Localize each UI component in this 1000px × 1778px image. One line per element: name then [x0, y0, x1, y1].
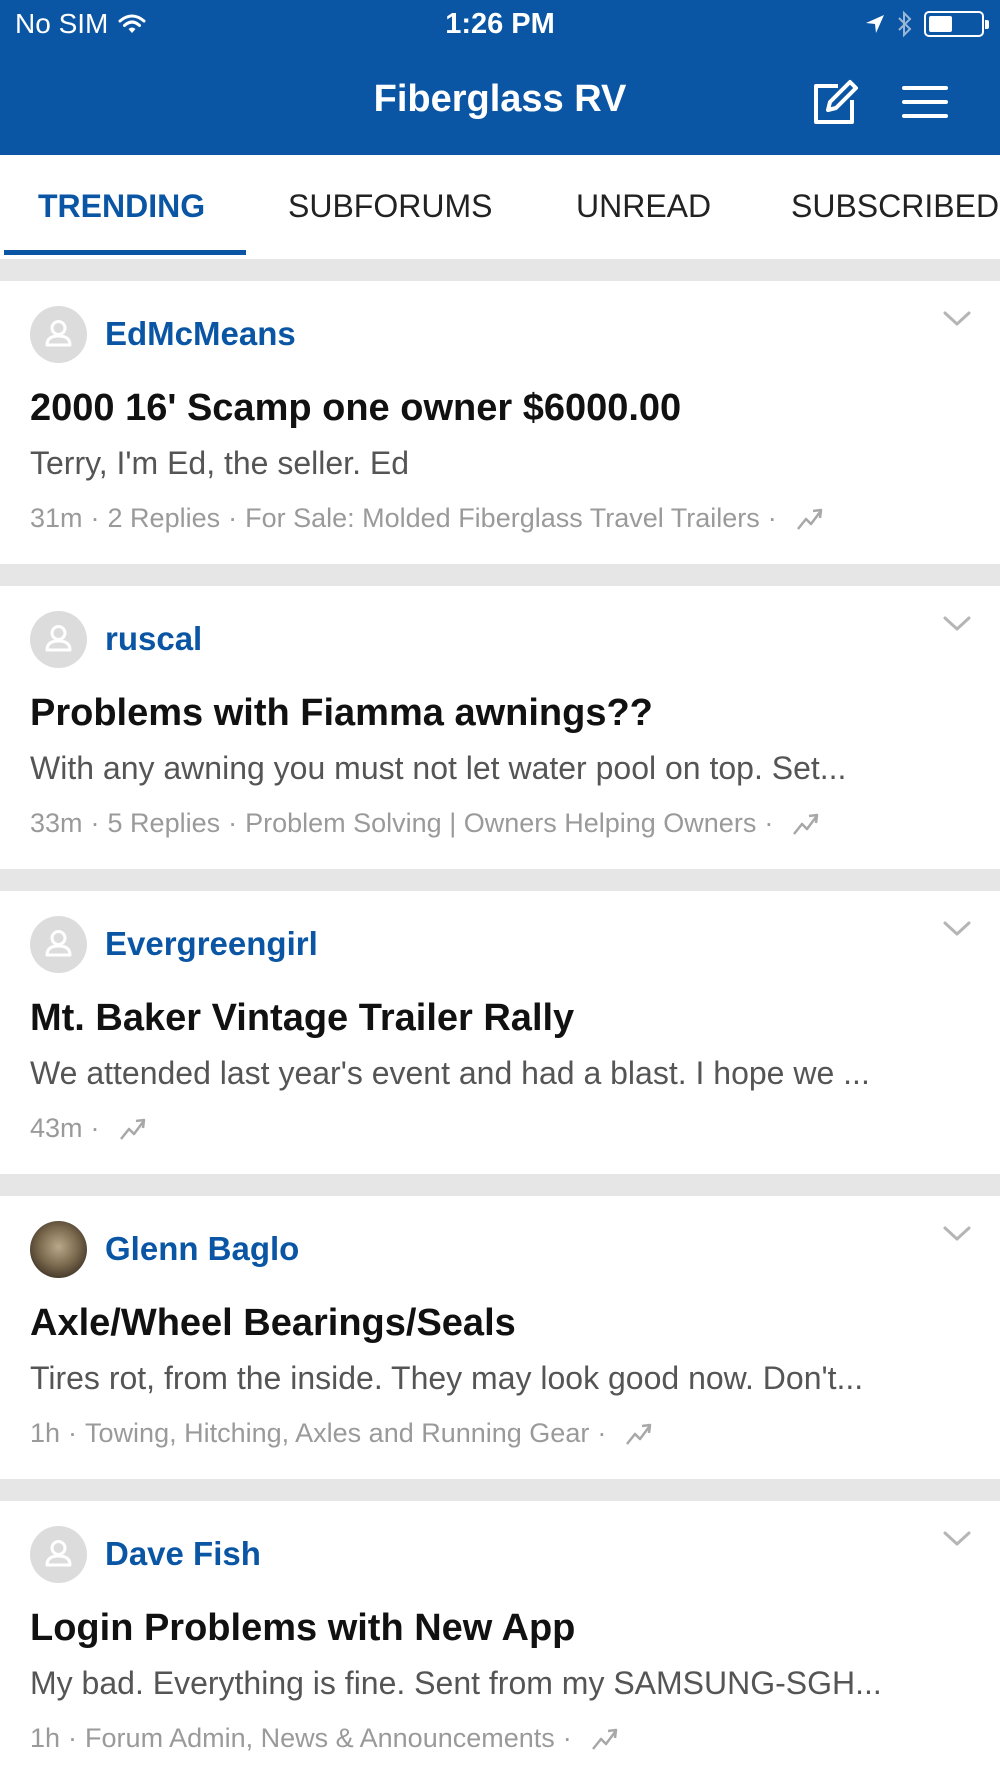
compose-icon [814, 80, 858, 124]
post-author[interactable]: EdMcMeans [105, 315, 296, 353]
meta-separator: · [764, 808, 774, 838]
user-avatar-icon [45, 320, 72, 347]
post-time: 43m [30, 1113, 83, 1143]
divider [0, 1479, 1000, 1501]
post-title[interactable]: Login Problems with New App [30, 1607, 980, 1650]
chevron-down-icon[interactable] [942, 307, 972, 331]
post-author[interactable]: Glenn Baglo [105, 1230, 299, 1268]
post-author[interactable]: ruscal [105, 620, 202, 658]
post-time: 1h [30, 1418, 61, 1448]
avatar[interactable] [30, 611, 87, 668]
bluetooth-icon [898, 10, 912, 38]
post-card[interactable]: Dave Fish Login Problems with New App My… [0, 1501, 1000, 1778]
meta-separator: · [228, 503, 238, 533]
meta-separator: · [68, 1723, 78, 1753]
post-time: 31m [30, 503, 83, 533]
divider [0, 1174, 1000, 1196]
chevron-down-icon[interactable] [942, 1222, 972, 1246]
post-meta: 33m · 5 Replies · Problem Solving | Owne… [30, 808, 821, 839]
status-time: 1:26 PM [445, 8, 555, 40]
post-snippet: Terry, I'm Ed, the seller. Ed [30, 445, 409, 481]
post-meta: 43m · [30, 1113, 148, 1144]
post-title[interactable]: Mt. Baker Vintage Trailer Rally [30, 997, 980, 1040]
post-forum[interactable]: Forum Admin, News & Announcements [85, 1723, 555, 1754]
chevron-down-icon[interactable] [942, 612, 972, 636]
meta-separator: · [90, 503, 100, 533]
chevron-down-icon[interactable] [942, 1527, 972, 1551]
post-meta: 1h · Forum Admin, News & Announcements · [30, 1723, 620, 1754]
menu-button[interactable] [898, 82, 952, 122]
trending-icon [796, 508, 823, 530]
avatar[interactable] [30, 1221, 87, 1278]
post-snippet: My bad. Everything is fine. Sent from my… [30, 1665, 882, 1701]
post-forum[interactable]: For Sale: Molded Fiberglass Travel Trail… [245, 503, 760, 534]
post-card[interactable]: Glenn Baglo Axle/Wheel Bearings/Seals Ti… [0, 1196, 1000, 1479]
avatar[interactable] [30, 306, 87, 363]
trending-icon [119, 1118, 145, 1140]
trending-icon [591, 1728, 618, 1750]
post-forum[interactable]: Problem Solving | Owners Helping Owners [245, 808, 756, 839]
trending-icon [626, 1423, 652, 1445]
user-avatar-icon [45, 930, 72, 957]
post-card[interactable]: ruscal Problems with Fiamma awnings?? Wi… [0, 586, 1000, 869]
post-snippet: Tires rot, from the inside. They may loo… [30, 1360, 864, 1396]
post-meta: 31m · 2 Replies · For Sale: Molded Fiber… [30, 503, 825, 534]
user-avatar-icon [45, 625, 72, 652]
divider [0, 869, 1000, 891]
avatar[interactable] [30, 916, 87, 973]
chevron-down-icon[interactable] [942, 917, 972, 941]
tab-bar: TRENDING SUBFORUMS UNREAD SUBSCRIBED [0, 155, 1000, 259]
post-meta: 1h · Towing, Hitching, Axles and Running… [30, 1418, 654, 1449]
tab-unread[interactable]: UNREAD [576, 155, 711, 259]
battery-nub [985, 20, 989, 29]
post-title[interactable]: Axle/Wheel Bearings/Seals [30, 1302, 980, 1345]
meta-separator: · [228, 808, 238, 838]
meta-separator: · [90, 1113, 100, 1143]
battery-level [929, 16, 952, 32]
tab-trending[interactable]: TRENDING [38, 155, 205, 259]
meta-separator: · [767, 503, 777, 533]
trending-icon [793, 813, 819, 835]
post-replies: 2 Replies [107, 503, 221, 533]
meta-separator: · [68, 1418, 78, 1448]
status-bar: No SIM 1:26 PM [0, 0, 1000, 50]
post-card[interactable]: EdMcMeans 2000 16' Scamp one owner $6000… [0, 281, 1000, 564]
post-replies: 5 Replies [107, 808, 221, 838]
post-author[interactable]: Evergreengirl [105, 925, 318, 963]
user-avatar-icon [45, 1540, 72, 1567]
post-snippet: With any awning you must not let water p… [30, 750, 847, 786]
meta-separator: · [597, 1418, 607, 1448]
tab-subscribed[interactable]: SUBSCRIBED [791, 155, 999, 259]
post-card[interactable]: Evergreengirl Mt. Baker Vintage Trailer … [0, 891, 1000, 1174]
post-forum[interactable]: Towing, Hitching, Axles and Running Gear [85, 1418, 589, 1449]
app-header: No SIM 1:26 PM Fiberglass RV [0, 0, 1000, 155]
meta-separator: · [562, 1723, 572, 1753]
post-time: 33m [30, 808, 83, 838]
status-right [864, 10, 989, 38]
post-time: 1h [30, 1723, 61, 1753]
compose-button[interactable] [808, 78, 860, 128]
post-feed: EdMcMeans 2000 16' Scamp one owner $6000… [0, 259, 1000, 1778]
tab-subforums[interactable]: SUBFORUMS [288, 155, 492, 259]
battery-icon [924, 11, 989, 37]
divider [0, 564, 1000, 586]
meta-separator: · [90, 808, 100, 838]
post-author[interactable]: Dave Fish [105, 1535, 261, 1573]
active-tab-indicator [4, 250, 246, 255]
location-arrow-icon [866, 15, 884, 33]
divider [0, 259, 1000, 281]
post-title[interactable]: Problems with Fiamma awnings?? [30, 692, 980, 735]
post-title[interactable]: 2000 16' Scamp one owner $6000.00 [30, 387, 980, 430]
hamburger-menu-icon [902, 86, 948, 118]
avatar[interactable] [30, 1526, 87, 1583]
post-snippet: We attended last year's event and had a … [30, 1055, 870, 1091]
